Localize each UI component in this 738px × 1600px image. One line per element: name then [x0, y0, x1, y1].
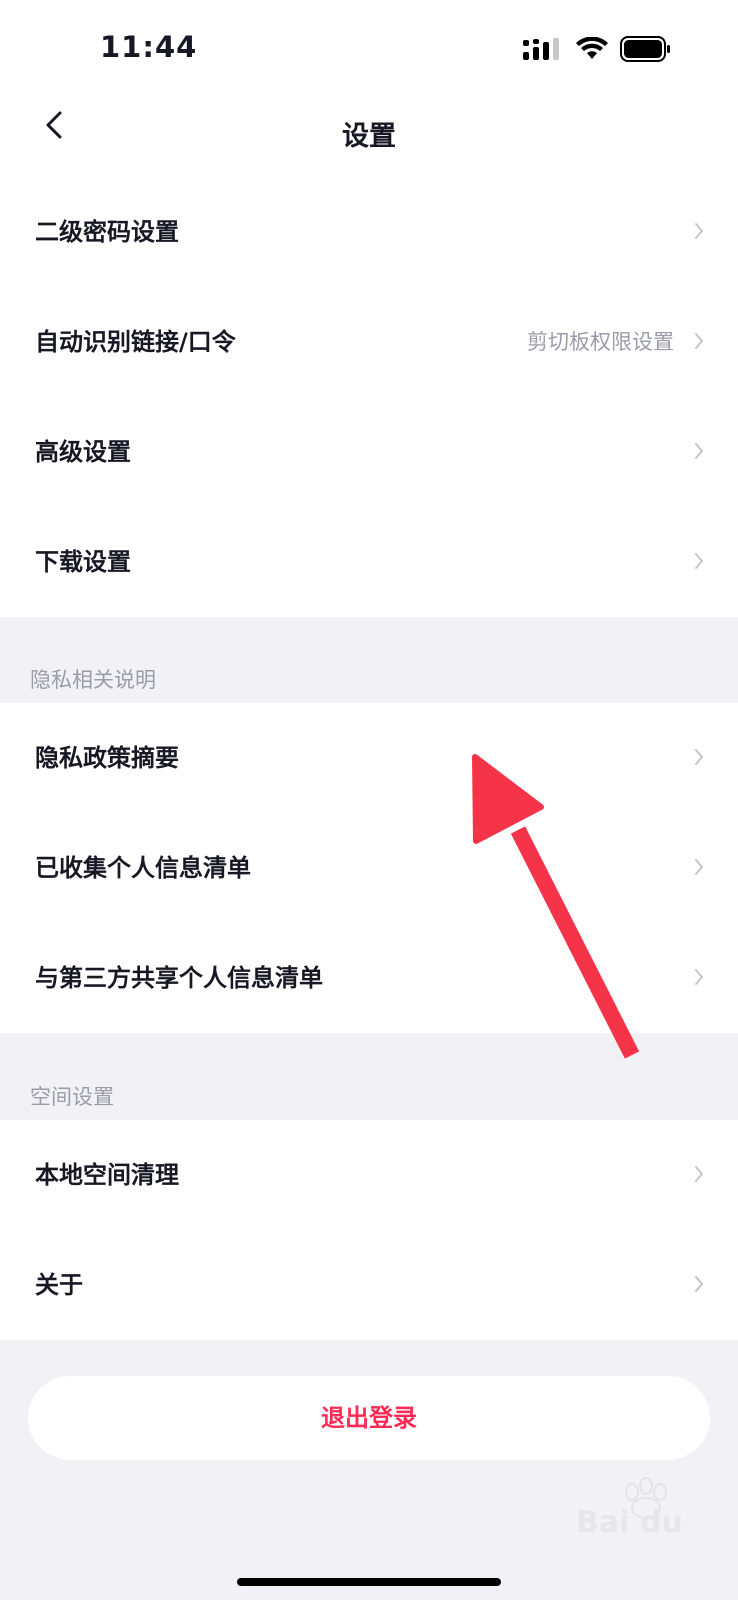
baidu-jingyan-watermark: Bai du — [576, 1477, 683, 1540]
svg-text:Bai: Bai — [576, 1505, 629, 1540]
svg-text:du: du — [640, 1505, 683, 1540]
home-indicator — [237, 1578, 501, 1586]
annotation-arrow — [472, 754, 640, 1059]
